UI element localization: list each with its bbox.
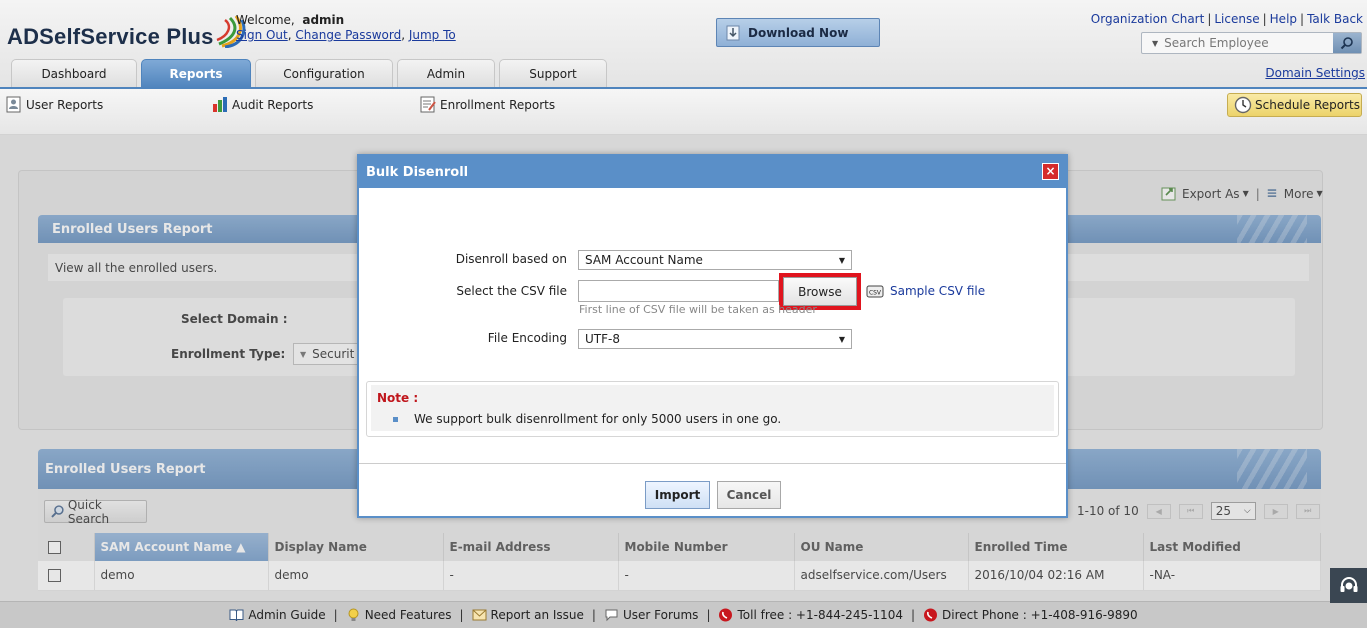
csv-header-hint: First line of CSV file will be taken as … [579,303,817,316]
report-issue-label: Report an Issue [490,608,584,622]
search-button[interactable] [1333,33,1361,53]
support-chat-widget[interactable] [1330,568,1367,603]
book-icon [229,609,244,622]
tab-configuration[interactable]: Configuration [255,59,393,88]
username: admin [302,13,345,27]
cancel-button[interactable]: Cancel [717,481,781,509]
main-tabs: Dashboard Reports Configuration Admin Su… [11,59,611,88]
logo-text: ADSelfService Plus [7,24,214,49]
user-reports-link[interactable]: User Reports [6,96,103,113]
schedule-reports-button[interactable]: Schedule Reports [1227,93,1362,117]
footer-separator: | [706,608,711,622]
report-issue-link[interactable]: Report an Issue [472,608,584,622]
disenroll-based-on-label: Disenroll based on [455,252,567,266]
change-password-link[interactable]: Change Password [295,28,401,42]
import-button[interactable]: Import [645,481,710,509]
speech-bubble-icon [605,609,618,622]
note-text: We support bulk disenrollment for only 5… [414,412,782,426]
sample-csv-link[interactable]: CSV Sample CSV file [866,284,985,298]
audit-reports-label: Audit Reports [232,97,314,112]
phone-icon [719,608,733,622]
search-employee-placeholder: Search Employee [1164,36,1269,50]
dialog-titlebar: Bulk Disenroll × [359,156,1066,188]
enrollment-reports-label: Enrollment Reports [440,97,556,112]
file-encoding-value: UTF-8 [585,332,620,346]
enrollment-reports-link[interactable]: Enrollment Reports [420,96,555,113]
download-icon [726,25,740,40]
svg-text:CSV: CSV [869,290,882,297]
bullet-icon [393,416,398,422]
close-icon[interactable]: × [1042,163,1059,180]
user-reports-label: User Reports [26,97,104,112]
footer-separator: | [910,608,916,622]
csv-file-icon: CSV [866,285,884,298]
browse-button[interactable]: Browse [783,277,857,306]
dialog-title: Bulk Disenroll [366,164,469,180]
jump-to-link[interactable]: Jump To [409,28,456,42]
tab-dashboard[interactable]: Dashboard [11,59,137,88]
disenroll-based-on-select[interactable]: SAM Account Name ▼ [578,250,852,270]
need-features-label: Need Features [364,608,452,622]
admin-guide-link[interactable]: Admin Guide [229,608,326,622]
dialog-divider [359,463,1066,464]
footer-separator: | [591,608,596,622]
sign-out-link[interactable]: Sign Out [236,28,288,42]
sample-csv-label: Sample CSV file [890,284,986,298]
csv-file-input[interactable] [578,280,779,302]
search-employee-field[interactable]: ▼ Search Employee [1141,32,1362,54]
bar-chart-icon [213,97,227,112]
csv-file-label: Select the CSV file [456,284,567,298]
app-logo[interactable]: ADSelfService Plus [7,12,246,52]
note-item: We support bulk disenrollment for only 5… [393,412,781,426]
domain-settings-link[interactable]: Domain Settings [1265,66,1365,80]
search-dropdown-icon[interactable]: ▼ [1152,39,1158,48]
footer-separator: | [459,608,464,622]
license-link[interactable]: License [1214,12,1259,26]
help-link[interactable]: Help [1270,12,1297,26]
footer-separator: | [333,608,338,622]
direct-phone: Direct Phone : +1-408-916-9890 [923,608,1138,622]
headset-icon [1340,576,1357,592]
admin-guide-label: Admin Guide [248,608,326,622]
chevron-down-icon: ▼ [838,334,845,344]
sub-toolbar: User Reports Audit Reports Enrollment Re… [0,89,1367,135]
need-features-link[interactable]: Need Features [346,608,452,622]
toll-free-label: Toll free : +1-844-245-1104 [737,608,903,622]
search-icon [1340,37,1353,50]
welcome-text: Welcome, [236,13,295,27]
lightbulb-icon [348,608,359,621]
chevron-down-icon: ▼ [838,255,845,265]
welcome-block: Welcome, admin Sign Out, Change Password… [236,13,456,42]
bulk-disenroll-dialog: Bulk Disenroll × Disenroll based on SAM … [357,154,1068,518]
tab-support[interactable]: Support [499,59,607,88]
disenroll-based-on-value: SAM Account Name [585,253,703,267]
note-inner: Note : We support bulk disenrollment for… [371,385,1054,431]
download-now-button[interactable]: Download Now [716,18,880,47]
file-encoding-label: File Encoding [487,331,567,345]
org-chart-link[interactable]: Organization Chart [1091,12,1205,26]
toll-free-phone: Toll free : +1-844-245-1104 [718,608,903,622]
download-now-label: Download Now [748,25,849,40]
direct-phone-label: Direct Phone : +1-408-916-9890 [942,608,1138,622]
user-reports-icon [6,96,21,113]
note-box: Note : We support bulk disenrollment for… [366,381,1059,437]
audit-reports-link[interactable]: Audit Reports [212,96,313,113]
enrollment-reports-icon [420,96,436,113]
schedule-reports-label: Schedule Reports [1255,98,1360,112]
footer-bar: Admin Guide | Need Features | Report an … [0,601,1367,628]
clock-icon [1234,96,1252,114]
top-links: Organization Chart | License | Help | Talk Bac… [1090,12,1363,26]
envelope-icon [472,609,487,621]
tab-admin[interactable]: Admin [397,59,495,88]
phone-icon [924,608,938,622]
talk-back-link[interactable]: Talk Back [1307,12,1363,26]
app-header: ADSelfService Plus Welcome, admin Sign O… [0,0,1367,89]
note-title: Note : [377,391,419,405]
file-encoding-select[interactable]: UTF-8 ▼ [578,329,852,349]
tab-reports[interactable]: Reports [141,59,251,88]
user-forums-label: User Forums [622,608,699,622]
user-forums-link[interactable]: User Forums [604,608,698,622]
